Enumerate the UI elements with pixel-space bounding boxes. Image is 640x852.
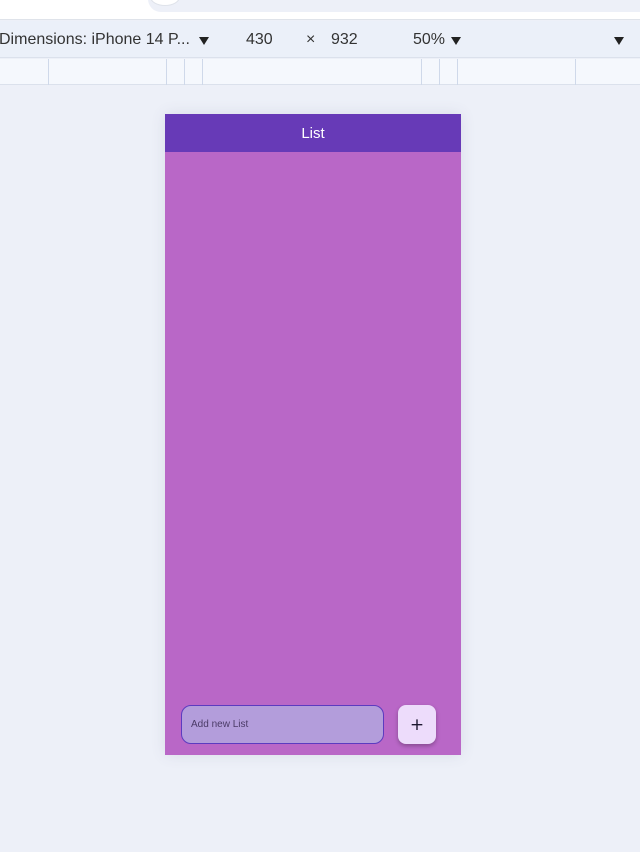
ruler-divider <box>439 59 440 85</box>
width-input[interactable]: 430 <box>246 31 273 49</box>
plus-icon: + <box>409 714 425 735</box>
ruler-divider <box>457 59 458 85</box>
dimension-separator: × <box>306 31 316 48</box>
zoom-chevron-down-icon[interactable] <box>451 37 461 45</box>
more-options-chevron-down-icon[interactable] <box>614 37 624 45</box>
device-chevron-down-icon[interactable] <box>199 37 209 45</box>
device-viewport: List + <box>165 114 461 755</box>
address-bar[interactable] <box>148 0 640 12</box>
height-input[interactable]: 932 <box>331 31 358 49</box>
page-title: List <box>301 124 325 142</box>
ruler-divider <box>575 59 576 85</box>
ruler-divider <box>202 59 203 85</box>
media-query-ruler <box>0 59 640 85</box>
ruler-divider <box>184 59 185 85</box>
device-dimensions-select[interactable]: Dimensions: iPhone 14 P... <box>0 31 190 49</box>
device-toolbar: Dimensions: iPhone 14 P... 430 × 932 50% <box>0 21 640 58</box>
add-list-button[interactable]: + <box>398 705 436 744</box>
app-bar: List <box>165 114 461 152</box>
browser-top-bar <box>0 0 640 20</box>
list-container <box>165 152 461 692</box>
ruler-divider <box>166 59 167 85</box>
new-list-input[interactable] <box>181 705 384 744</box>
ruler-divider <box>421 59 422 85</box>
zoom-select[interactable]: 50% <box>413 31 445 49</box>
ruler-divider <box>48 59 49 85</box>
